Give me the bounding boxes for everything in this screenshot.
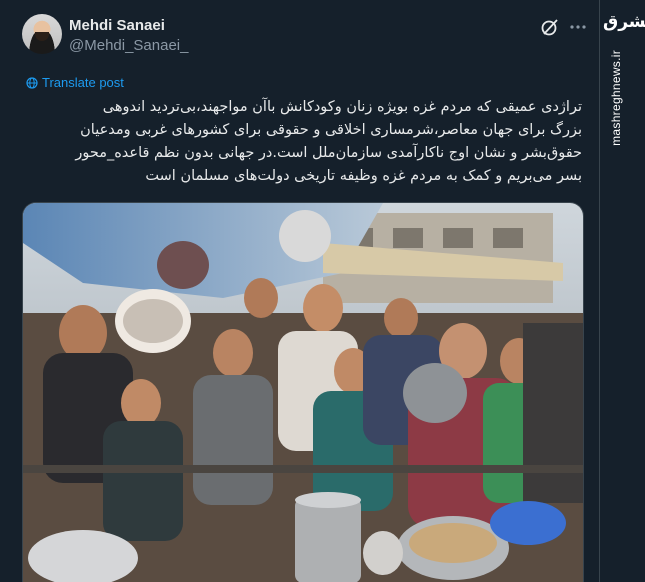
- post-photo[interactable]: [22, 202, 584, 582]
- avatar[interactable]: [22, 14, 62, 54]
- post-text-line: بسر می‌بریم و کمک به مردم غزه وظیفه تاری…: [145, 168, 582, 184]
- post-text-line: بزرگ برای جهان معاصر،شرمساری اخلاقی و حق…: [80, 122, 582, 138]
- watermark-url: mashreghnews.ir: [609, 50, 623, 146]
- author-name[interactable]: Mehdi Sanaei: [69, 17, 165, 34]
- author-handle[interactable]: @Mehdi_Sanaei_: [69, 37, 188, 54]
- grok-icon[interactable]: [540, 17, 560, 37]
- more-icon[interactable]: [568, 17, 588, 37]
- photo-illustration: [23, 203, 583, 582]
- mashregh-logo: مشرق: [603, 12, 645, 32]
- post-card: Mehdi Sanaei @Mehdi_Sanaei_ Translate po…: [0, 0, 600, 582]
- post-text-line: تراژدی عمیقی که مردم غزه بویژه زنان وکود…: [102, 99, 582, 115]
- post-text-line: حقوق‌بشر و نشان اوج ناکارآمدی سازمان‌ملل…: [75, 145, 582, 161]
- mashregh-watermark: مشرق mashreghnews.ir: [603, 0, 645, 582]
- translate-post-link[interactable]: Translate post: [42, 75, 124, 90]
- globe-icon: [26, 77, 38, 89]
- post-text: تراژدی عمیقی که مردم غزه بویژه زنان وکود…: [30, 96, 582, 188]
